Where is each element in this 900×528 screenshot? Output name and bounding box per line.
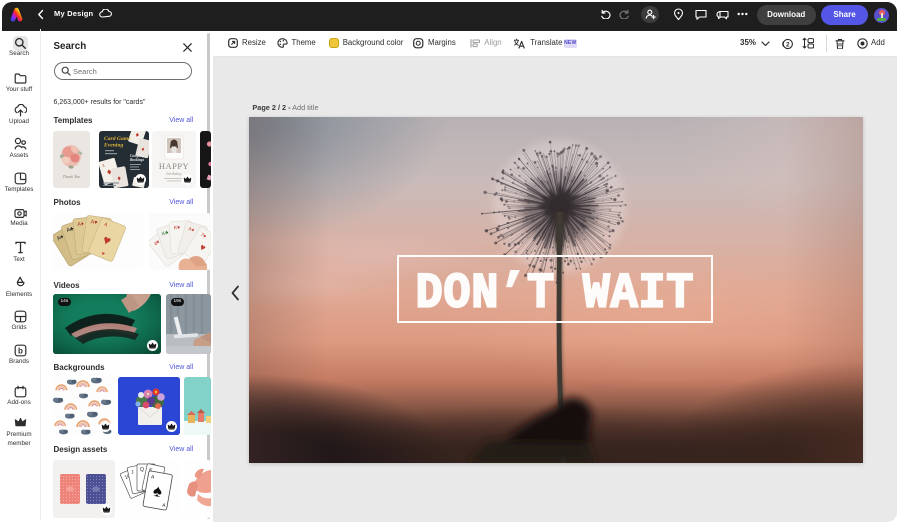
svg-text:Evening: Evening <box>103 143 123 149</box>
svg-text:A♦: A♦ <box>77 222 84 229</box>
svg-text:A♥: A♥ <box>90 220 98 227</box>
svg-text:Bookings: Bookings <box>129 158 145 162</box>
svg-text:2: 2 <box>786 41 790 48</box>
svg-text:HAPPY: HAPPY <box>159 161 189 171</box>
svg-text:Q: Q <box>140 467 144 473</box>
svg-text:b: b <box>18 346 23 355</box>
svg-text:Thank You: Thank You <box>63 174 81 179</box>
svg-text:Card Game: Card Game <box>104 136 131 142</box>
svg-text:birthday: birthday <box>167 171 182 176</box>
svg-text:K♥: K♥ <box>174 225 181 231</box>
